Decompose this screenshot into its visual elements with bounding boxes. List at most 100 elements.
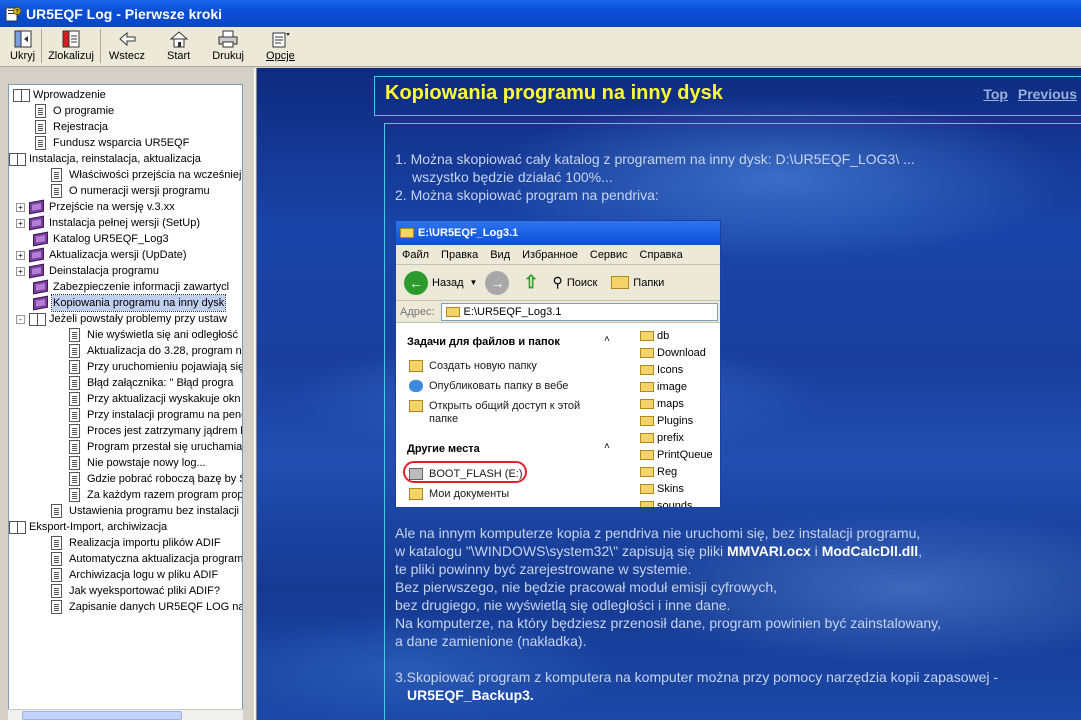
tree-item[interactable]: Błąd załącznika: " Błąd progra <box>67 375 234 391</box>
dropdown-arrow-icon: ▼ <box>469 278 478 287</box>
tree-item[interactable]: O numeracji wersji programu <box>49 183 211 199</box>
title-bar: ? UR5EQF Log - Pierwsze kroki <box>0 0 1081 27</box>
tree-item-label: Przy uruchomieniu pojawiają się <box>87 361 243 373</box>
folder-item: maps <box>640 396 684 412</box>
tree-item[interactable]: Fundusz wsparcia UR5EQF <box>33 135 190 151</box>
tree-item[interactable]: Jak wyeksportować pliki ADIF? <box>49 583 221 599</box>
para-line-6: Na komputerze, na który będziesz przenos… <box>395 615 942 631</box>
page-icon <box>67 360 83 374</box>
tree-item-label: Nie wyświetla się ani odległość <box>87 329 239 341</box>
tree-item[interactable]: Rejestracja <box>33 119 109 135</box>
tree-item[interactable]: Wprowadzenie <box>13 87 107 103</box>
tree-item-label: Zabezpieczenie informacji zawartycl <box>53 281 230 293</box>
tree-item[interactable]: Kopiowania programu na inny dysk <box>33 294 227 312</box>
tree-item[interactable]: Program przestał się uruchamia <box>67 439 242 455</box>
folder-icon <box>445 306 460 317</box>
tree-item[interactable]: + Deinstalacja programu <box>16 263 160 279</box>
folder-item: prefix <box>640 430 684 446</box>
print-button[interactable]: Drukuj <box>208 29 248 65</box>
tree-item-label: Rejestracja <box>53 121 109 133</box>
page-icon <box>67 392 83 406</box>
page-icon <box>33 104 49 118</box>
tree-item-label: Aktualizacja wersji (UpDate) <box>49 249 187 261</box>
tree-item[interactable]: O programie <box>33 103 115 119</box>
content-pane: Kopiowania programu na inny dysk Top Pre… <box>257 68 1081 720</box>
help-book-icon: ? <box>5 6 21 22</box>
tree-item[interactable]: Nie wyświetla się ani odległość <box>67 327 239 343</box>
locate-button[interactable]: Zlokalizuj <box>44 29 98 65</box>
tree-item[interactable]: Przy instalacji programu na penc <box>67 407 242 423</box>
tree-item-label: Kopiowania programu na inny dysk <box>50 294 227 312</box>
tree-item[interactable]: Właściwości przejścia na wcześniej <box>49 167 242 183</box>
tree-item-label: Eksport-Import, archiwizacja <box>29 521 168 533</box>
tree-item-label: Ustawienia programu bez instalacji <box>69 505 239 517</box>
top-link[interactable]: Top <box>983 86 1008 102</box>
tree-item-label: Realizacja importu plików ADIF <box>69 537 221 549</box>
tree-item[interactable]: Nie powstaje nowy log... <box>67 455 207 471</box>
tree-item-label: Katalog UR5EQF_Log3 <box>53 233 169 245</box>
tree-item[interactable]: Przy uruchomieniu pojawiają się <box>67 359 243 375</box>
folder-item: Plugins <box>640 413 693 429</box>
tree-item[interactable]: Zapisanie danych UR5EQF LOG na <box>49 599 243 615</box>
folder-icon <box>640 450 654 460</box>
tree-item[interactable]: -Instalacja, reinstalacja, aktualizacja <box>9 151 202 167</box>
hide-button[interactable]: Ukryj <box>6 29 39 65</box>
tree-item[interactable]: Gdzie pobrać roboczą bazę by S <box>67 471 242 487</box>
scrollbar-thumb[interactable] <box>22 711 182 720</box>
tree-item[interactable]: + Instalacja pełnej wersji (SetUp) <box>16 215 201 231</box>
collapse-icon[interactable]: - <box>16 314 25 324</box>
tree-item-label: Przejście na wersję v.3.xx <box>49 201 175 213</box>
folder-icon <box>640 484 654 494</box>
locate-icon <box>60 29 82 49</box>
expand-icon[interactable]: + <box>16 266 25 276</box>
page-icon <box>49 168 65 182</box>
options-button[interactable]: Opcje <box>262 29 299 65</box>
expand-icon[interactable]: + <box>16 218 25 228</box>
folder-icon <box>400 228 414 238</box>
tree-item[interactable]: Ustawienia programu bez instalacji <box>49 503 240 519</box>
tree-item-label: O programie <box>53 105 115 117</box>
tree-item-label: Instalacja pełnej wersji (SetUp) <box>49 217 201 229</box>
highlight-circle <box>403 461 527 483</box>
para-line-5: bez drugiego, nie wyświetlą się odległoś… <box>395 597 731 613</box>
tree-item[interactable]: - Jeżeli powstały problemy przy ustaw <box>16 311 228 327</box>
back-arrow-icon: ← <box>404 270 428 295</box>
page-icon <box>67 328 83 342</box>
start-button[interactable]: Start <box>163 29 194 65</box>
folder-item: Icons <box>640 362 683 378</box>
page-icon <box>67 408 83 422</box>
tree-item[interactable]: + Aktualizacja wersji (UpDate) <box>16 247 188 263</box>
book-icon <box>33 231 49 247</box>
expand-icon[interactable]: + <box>16 202 25 212</box>
folder-icon <box>640 382 654 392</box>
book-icon <box>33 295 49 311</box>
explorer-title-bar: E:\UR5EQF_Log3.1 <box>396 221 720 245</box>
expand-icon[interactable]: + <box>16 250 25 260</box>
tree-item-label: Przy aktualizacji wyskakuje okn <box>87 393 241 405</box>
tree-item[interactable]: -Eksport-Import, archiwizacja <box>9 519 168 535</box>
tree-horizontal-scrollbar[interactable] <box>8 709 243 720</box>
tree-item-label: Nie powstaje nowy log... <box>87 457 206 469</box>
tree-item[interactable]: Proces jest zatrzymany jądrem b <box>67 423 242 439</box>
folders-icon <box>611 276 630 289</box>
tree-item[interactable]: Za każdym razem program propi <box>67 487 242 503</box>
tree-item[interactable]: + Przejście na wersję v.3.xx <box>16 199 176 215</box>
up-folder-icon: ⇧ <box>523 272 539 292</box>
folder-icon <box>640 416 654 426</box>
tree-item[interactable]: Zabezpieczenie informacji zawartycl <box>33 279 230 295</box>
list-item-3: 3.Skopiować program z komputera na kompu… <box>395 669 999 685</box>
page-icon <box>67 488 83 502</box>
tree-item[interactable]: Realizacja importu plików ADIF <box>49 535 222 551</box>
tree-item[interactable]: Automatyczna aktualizacja programi <box>49 551 242 567</box>
tree-item[interactable]: Przy aktualizacji wyskakuje okn <box>67 391 241 407</box>
tree-item-label: Zapisanie danych UR5EQF LOG na <box>69 601 243 613</box>
tree-item[interactable]: Aktualizacja do 3.28, program n <box>67 343 242 359</box>
documents-icon <box>409 488 423 500</box>
page-icon <box>67 440 83 454</box>
para-line-3: te pliki powinny być zarejestrowane w sy… <box>395 561 692 577</box>
previous-link[interactable]: Previous <box>1018 86 1077 102</box>
tree-item[interactable]: Katalog UR5EQF_Log3 <box>33 231 170 247</box>
back-button[interactable]: Wstecz <box>105 29 149 65</box>
folder-item: PrintQueue <box>640 447 713 463</box>
tree-item[interactable]: Archiwizacja logu w pliku ADIF <box>49 567 219 583</box>
